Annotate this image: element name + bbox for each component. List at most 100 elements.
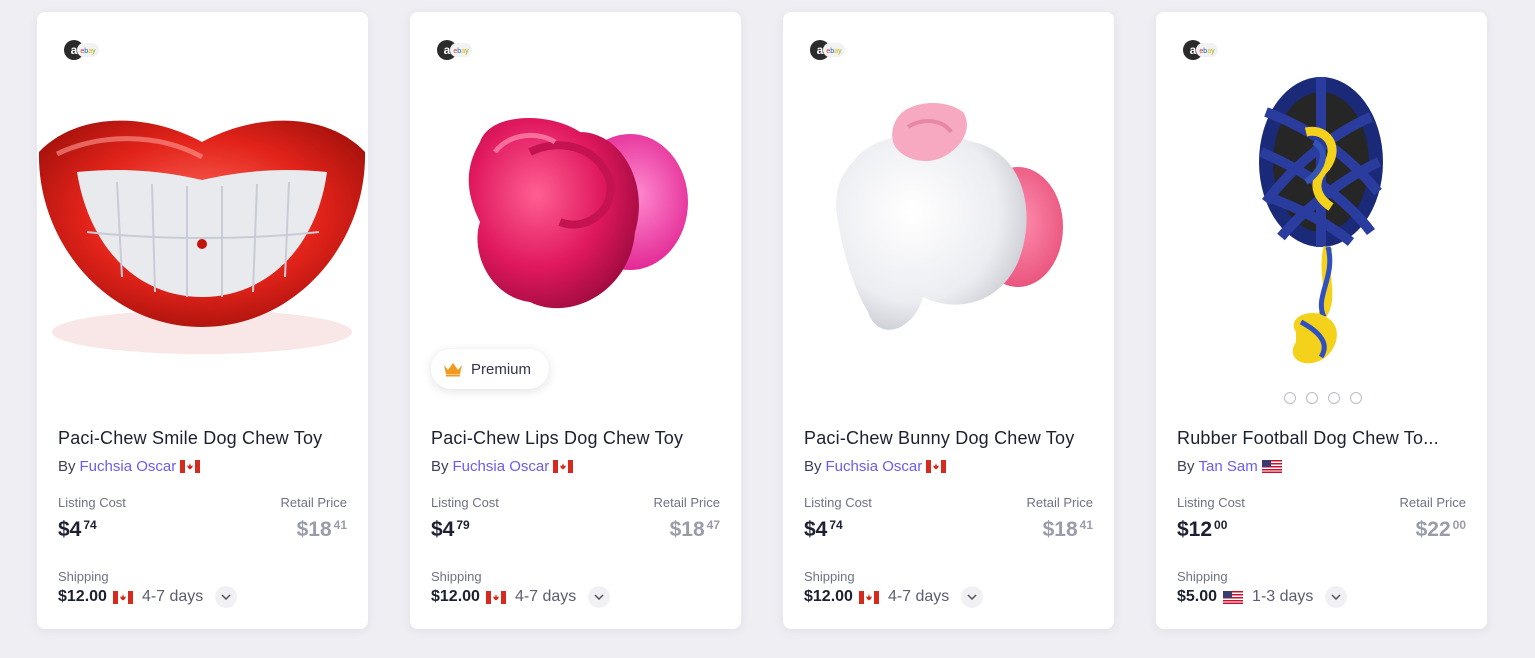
listing-cost-cents: 00 [1214,518,1228,532]
chevron-down-icon [967,594,977,600]
retail-price-value: $18 41 [297,518,347,542]
retail-price-label: Retail Price [1026,495,1093,510]
product-card[interactable]: a ebay [783,12,1114,629]
chevron-down-icon [594,594,604,600]
premium-label: Premium [471,360,532,378]
retail-price-dollars: $18 [296,518,332,541]
retail-price-cents: 00 [1452,518,1466,532]
shipping-expand-button[interactable] [1325,586,1348,608]
product-title[interactable]: Paci-Chew Smile Dog Chew Toy [58,428,350,449]
by-label: By [804,458,822,475]
usa-flag-icon [1261,460,1282,473]
shipping-row: $5.00 1-3 days [1177,586,1348,608]
svg-text:a: a [71,43,78,57]
canada-flag-icon [180,460,201,473]
crown-icon [444,363,462,377]
ebay-logo-icon: a ebay [1183,40,1218,60]
shipping-cost: $12.00 [804,588,853,605]
seller-link[interactable]: Fuchsia Oscar [453,458,550,475]
retail-price-label: Retail Price [1399,495,1466,510]
listing-cost-value: $4 74 [58,518,97,542]
shipping-label: Shipping [58,569,109,584]
chevron-down-icon [221,594,231,600]
shipping-expand-button[interactable] [588,586,611,608]
retail-price-dollars: $22 [1415,518,1451,541]
retail-price-cents: 47 [706,518,720,532]
canada-flag-icon [858,590,879,604]
listing-cost-value: $4 74 [804,518,843,542]
listing-cost-label: Listing Cost [431,495,499,510]
shipping-days: 4-7 days [887,588,950,605]
seller-link[interactable]: Fuchsia Oscar [826,458,923,475]
ebay-logo-icon: a ebay [437,40,472,60]
retail-price-value: $22 00 [1416,518,1466,542]
listing-cost-label: Listing Cost [58,495,126,510]
premium-badge: Premium [431,349,550,389]
canada-flag-icon [553,460,574,473]
listing-cost-dollars: $12 [1177,518,1213,541]
product-image[interactable] [1156,72,1487,402]
product-title[interactable]: Paci-Chew Bunny Dog Chew Toy [804,428,1096,449]
carousel-dot[interactable] [1328,392,1340,404]
svg-text:ebay: ebay [80,48,96,55]
usa-flag-icon [1223,590,1244,604]
carousel-dot[interactable] [1306,392,1318,404]
product-card[interactable]: a ebay [37,12,368,629]
by-label: By [431,458,449,475]
listing-cost-cents: 79 [456,518,470,532]
chevron-down-icon [1331,594,1341,600]
listing-cost-cents: 74 [83,518,97,532]
listing-cost-dollars: $4 [804,518,828,541]
shipping-expand-button[interactable] [961,586,984,608]
canada-flag-icon [926,460,947,473]
svg-text:a: a [444,43,451,57]
seller-link[interactable]: Fuchsia Oscar [80,458,177,475]
listing-cost-label: Listing Cost [1177,495,1245,510]
product-title[interactable]: Paci-Chew Lips Dog Chew Toy [431,428,723,449]
listing-cost-dollars: $4 [431,518,455,541]
svg-text:ebay: ebay [826,48,842,55]
shipping-cost: $12.00 [431,588,480,605]
shipping-label: Shipping [804,569,855,584]
retail-price-value: $18 41 [1043,518,1093,542]
listing-cost-value: $4 79 [431,518,470,542]
product-title[interactable]: Rubber Football Dog Chew To... [1177,428,1469,449]
product-grid: a ebay Paci-Chew Smile Dog Chew Toy By F… [0,0,1535,658]
listing-cost-label: Listing Cost [804,495,872,510]
canada-flag-icon [485,590,506,604]
svg-text:a: a [817,43,824,57]
svg-text:ebay: ebay [453,48,469,55]
product-card[interactable]: a ebay [410,12,741,629]
product-image[interactable] [783,72,1114,402]
product-image[interactable] [37,72,368,402]
shipping-label: Shipping [1177,569,1228,584]
carousel-dot[interactable] [1350,392,1362,404]
product-card[interactable]: a ebay [1156,12,1487,629]
shipping-cost: $12.00 [58,588,107,605]
listing-cost-dollars: $4 [58,518,82,541]
retail-price-cents: 41 [333,518,347,532]
seller-byline: By Fuchsia Oscar [58,458,201,475]
retail-price-dollars: $18 [669,518,705,541]
seller-link[interactable]: Tan Sam [1199,458,1258,475]
canada-flag-icon [112,590,133,604]
shipping-row: $12.00 4-7 days [804,586,984,608]
ebay-logo-icon: a ebay [64,40,99,60]
image-carousel-dots [1284,392,1362,404]
retail-price-label: Retail Price [653,495,720,510]
retail-price-dollars: $18 [1042,518,1078,541]
shipping-row: $12.00 4-7 days [58,586,238,608]
carousel-dot[interactable] [1284,392,1296,404]
seller-byline: By Fuchsia Oscar [431,458,574,475]
ebay-logo-icon: a ebay [810,40,845,60]
listing-cost-value: $12 00 [1177,518,1227,542]
shipping-expand-button[interactable] [215,586,238,608]
retail-price-value: $18 47 [670,518,720,542]
shipping-cost: $5.00 [1177,588,1218,605]
listing-cost-cents: 74 [829,518,843,532]
svg-text:a: a [1190,43,1197,57]
retail-price-cents: 41 [1079,518,1093,532]
seller-byline: By Tan Sam [1177,458,1282,475]
by-label: By [1177,458,1195,475]
shipping-row: $12.00 4-7 days [431,586,611,608]
